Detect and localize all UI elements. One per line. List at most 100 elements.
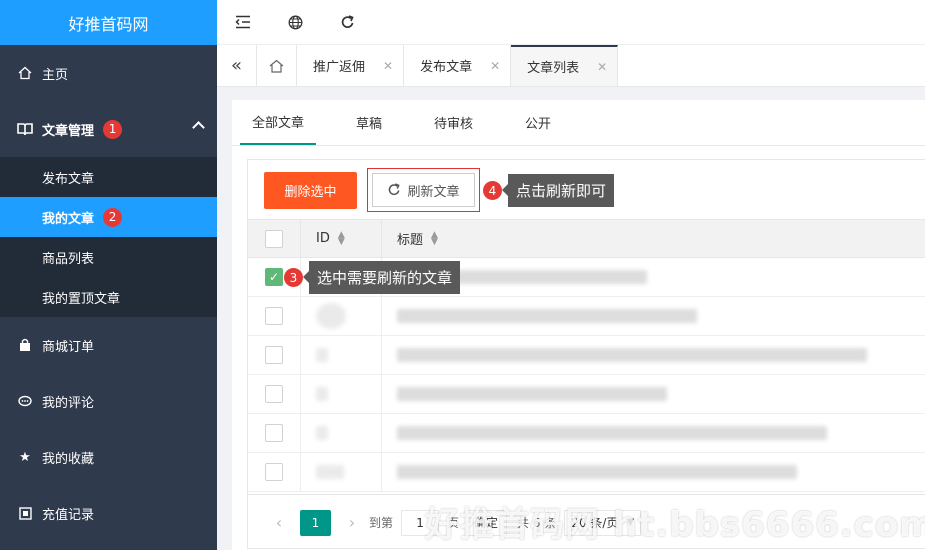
sidebar-item-home[interactable]: 主页 — [0, 45, 217, 101]
row-checkbox[interactable] — [265, 424, 283, 442]
row-checkbox[interactable] — [265, 346, 283, 364]
notification-badge: 1 — [103, 119, 123, 139]
blurred-id — [316, 303, 346, 329]
globe-icon[interactable] — [269, 0, 321, 45]
blurred-title — [397, 426, 827, 440]
sidebar-item-label: 商城订单 — [42, 339, 95, 355]
table-row[interactable] — [248, 414, 925, 453]
column-header-title[interactable]: 标题 ▲ ▼ — [381, 220, 925, 257]
delete-selected-button[interactable]: 删除选中 — [264, 172, 357, 209]
sidebar-item-label: 充值记录 — [42, 507, 95, 523]
prev-page-icon[interactable]: ‹ — [268, 513, 290, 532]
sidebar-item-products[interactable]: 商品列表 — [0, 237, 217, 277]
current-page[interactable]: 1 — [300, 509, 331, 536]
double-chevron-left-icon[interactable]: « — [217, 45, 257, 86]
blurred-id — [316, 465, 344, 479]
sidebar-item-label: 主页 — [42, 67, 69, 83]
tab-label: 发布文章 — [420, 60, 473, 75]
blurred-title — [397, 309, 697, 323]
blurred-id — [316, 348, 328, 362]
sidebar-item-label: 文章管理 — [42, 123, 95, 139]
callout-step-4: 4 点击刷新即可 — [483, 174, 615, 207]
refresh-highlight-box: 刷新文章 — [367, 168, 480, 212]
sidebar-item-label: 我的评论 — [42, 395, 95, 411]
blurred-title — [397, 348, 867, 362]
sidebar-item-my-articles[interactable]: 我的文章 2 — [0, 197, 217, 237]
sidebar-item-pinned-articles[interactable]: 我的置顶文章 — [0, 277, 217, 317]
tab-label: 推广返佣 — [313, 60, 366, 75]
sort-icon[interactable]: ▲ ▼ — [338, 230, 345, 246]
record-icon — [17, 505, 33, 521]
callout-step-3: 3 选中需要刷新的文章 — [284, 261, 461, 294]
chevron-up-icon[interactable] — [192, 121, 205, 134]
refresh-icon[interactable] — [321, 0, 373, 45]
row-checkbox[interactable]: ✓ — [265, 268, 283, 286]
sidebar-item-label: 我的文章 — [42, 211, 95, 227]
select-all-checkbox[interactable] — [265, 229, 283, 248]
book-icon — [17, 121, 33, 137]
row-checkbox[interactable] — [265, 307, 283, 325]
tab-pending-review[interactable]: 待审核 — [422, 100, 485, 145]
home-tab-icon[interactable] — [257, 45, 297, 86]
close-icon[interactable]: ✕ — [490, 59, 500, 73]
column-header-id[interactable]: ID ▲ ▼ — [300, 220, 381, 257]
table-row[interactable] — [248, 297, 925, 336]
sidebar-item-comments[interactable]: 我的评论 — [0, 373, 217, 429]
refresh-articles-button[interactable]: 刷新文章 — [372, 173, 475, 207]
table-header: ID ▲ ▼ 标题 ▲ ▼ — [248, 219, 925, 258]
refresh-articles-label: 刷新文章 — [407, 184, 460, 200]
table-row[interactable] — [248, 336, 925, 375]
sidebar-item-publish-article[interactable]: 发布文章 — [0, 157, 217, 197]
table-row[interactable]: ✓ 3 选中需要刷新的文章 — [248, 258, 925, 297]
callout-text: 点击刷新即可 — [501, 174, 615, 207]
next-page-icon[interactable]: › — [341, 513, 363, 532]
step-number: 4 — [483, 181, 502, 200]
watermark: 好推首码网 ht.bbs6666.com — [425, 505, 925, 545]
sidebar-submenu: 发布文章 我的文章 2 商品列表 我的置顶文章 — [0, 157, 217, 317]
tab-article-list[interactable]: 文章列表 ✕ — [511, 45, 619, 86]
table-row[interactable] — [248, 453, 925, 492]
column-label: ID — [316, 231, 330, 246]
sidebar-item-label: 我的置顶文章 — [42, 291, 121, 307]
tab-promotion[interactable]: 推广返佣 ✕ — [297, 45, 405, 86]
column-label: 标题 — [397, 233, 424, 248]
step-badge: 2 — [103, 207, 123, 227]
row-checkbox[interactable] — [265, 385, 283, 403]
sort-icon[interactable]: ▲ ▼ — [431, 230, 438, 246]
main-content: 全部文章 草稿 待审核 公开 删除选中 刷新文章 4 点击刷新即可 ID ▲▼ — [232, 100, 925, 550]
tab-label: 文章列表 — [527, 61, 580, 76]
table-toolbar: 删除选中 刷新文章 4 点击刷新即可 — [248, 160, 925, 219]
collapse-menu-icon[interactable] — [217, 0, 269, 45]
top-toolbar — [217, 0, 925, 45]
tab-all-articles[interactable]: 全部文章 — [240, 100, 317, 145]
blurred-id — [316, 426, 328, 440]
sidebar-item-label: 发布文章 — [42, 171, 95, 187]
refresh-icon — [387, 183, 401, 197]
row-checkbox[interactable] — [265, 463, 283, 481]
app-logo[interactable]: 好推首码网 — [0, 0, 217, 45]
page-tabs: « 推广返佣 ✕ 发布文章 ✕ 文章列表 ✕ — [217, 45, 925, 87]
sidebar-item-label: 商品列表 — [42, 251, 95, 267]
close-icon[interactable]: ✕ — [383, 59, 393, 73]
home-icon — [17, 65, 33, 81]
table-row[interactable] — [248, 375, 925, 414]
sidebar-item-favorites[interactable]: ★ 我的收藏 — [0, 429, 217, 485]
star-icon: ★ — [19, 449, 31, 465]
sidebar-item-recharge[interactable]: 充值记录 — [0, 485, 217, 541]
bag-icon — [17, 337, 33, 353]
tab-drafts[interactable]: 草稿 — [344, 100, 394, 145]
callout-text: 选中需要刷新的文章 — [302, 261, 461, 294]
close-icon[interactable]: ✕ — [597, 60, 607, 74]
step-number: 3 — [284, 268, 303, 287]
blurred-title — [397, 465, 797, 479]
tab-public[interactable]: 公开 — [513, 100, 563, 145]
tab-publish[interactable]: 发布文章 ✕ — [404, 45, 512, 86]
blurred-id — [316, 387, 328, 401]
sidebar-item-articles[interactable]: 文章管理 1 — [0, 101, 217, 157]
sidebar-item-label: 我的收藏 — [42, 451, 95, 467]
blurred-title — [397, 387, 667, 401]
article-filter-tabs: 全部文章 草稿 待审核 公开 — [232, 100, 925, 146]
sidebar: 好推首码网 主页 文章管理 1 发布文章 我的文章 2 商品列表 我的置顶文章 商… — [0, 0, 217, 550]
sidebar-item-orders[interactable]: 商城订单 — [0, 317, 217, 373]
goto-label: 到第 — [369, 516, 394, 530]
